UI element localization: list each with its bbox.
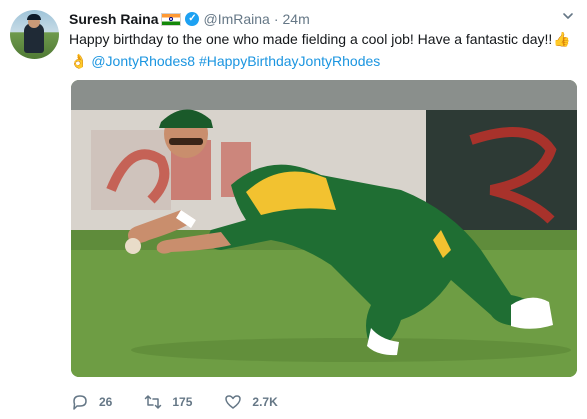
tweet-photo[interactable] (71, 80, 577, 377)
tweet-actions: 26 175 2.7K (71, 392, 310, 412)
avatar[interactable] (10, 10, 59, 59)
tweet-header: Suresh Raina ✓ @ImRaina · 24m (69, 9, 310, 29)
reply-icon (73, 395, 87, 410)
hashtag-link[interactable]: #HappyBirthdayJontyRhodes (199, 53, 380, 69)
verified-badge-icon: ✓ (185, 12, 200, 26)
thumbs-up-emoji: 👍 (553, 31, 571, 47)
author-name[interactable]: Suresh Raina (69, 11, 158, 27)
reply-count: 26 (99, 395, 113, 409)
like-button[interactable]: 2.7K (224, 393, 278, 411)
tweet-timestamp[interactable]: 24m (283, 11, 310, 27)
reply-button[interactable]: 26 (71, 393, 112, 411)
tweet-text-line-1: Happy birthday to the one who made field… (69, 28, 579, 50)
like-count: 2.7K (252, 395, 278, 409)
fielder-diving-photo (71, 80, 577, 377)
tweet-body-text: Happy birthday to the one who made field… (69, 31, 553, 47)
tweet-text-line-2: 👌 @JontyRhodes8 #HappyBirthdayJontyRhode… (69, 50, 579, 72)
time-separator: · (273, 11, 279, 27)
india-flag-icon (161, 12, 182, 26)
heart-icon (225, 395, 242, 409)
chevron-down-icon[interactable] (562, 10, 574, 22)
retweet-button[interactable]: 175 (144, 393, 192, 411)
author-handle[interactable]: @ImRaina (203, 11, 269, 27)
tweet-card[interactable]: Suresh Raina ✓ @ImRaina · 24m Happy birt… (0, 0, 587, 419)
retweet-count: 175 (172, 395, 193, 409)
mention-link[interactable]: @JontyRhodes8 (91, 53, 195, 69)
retweet-icon (145, 395, 162, 409)
tweet-text: Happy birthday to the one who made field… (69, 28, 579, 72)
ok-hand-emoji: 👌 (70, 53, 88, 69)
avatar-figure-cap (27, 14, 41, 20)
